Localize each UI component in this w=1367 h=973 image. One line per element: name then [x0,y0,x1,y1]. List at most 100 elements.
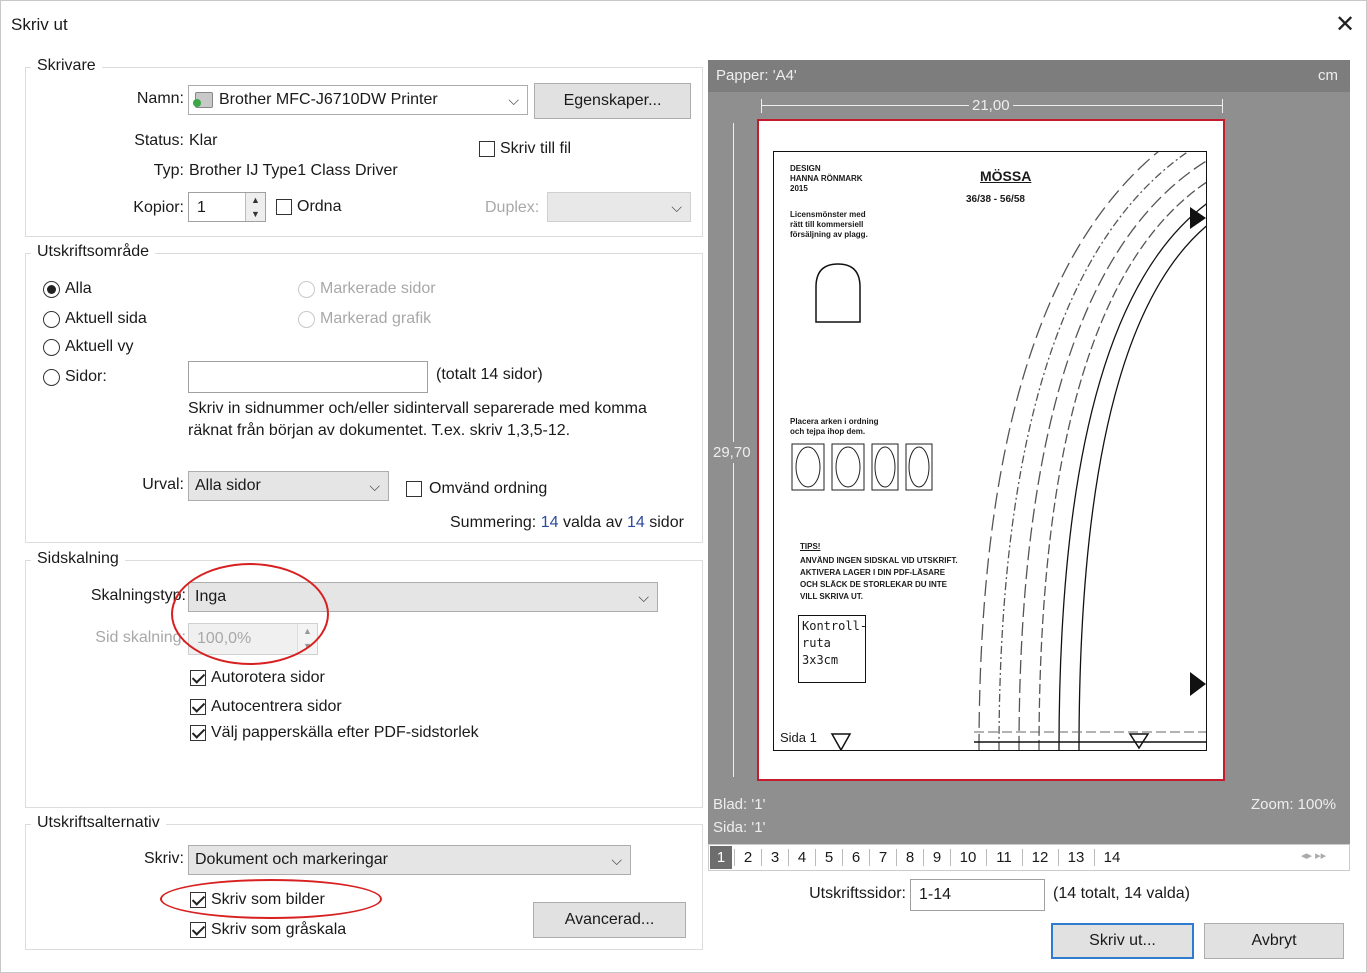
page-number-button[interactable]: 10 [953,846,983,869]
auto-center-checkbox[interactable] [190,699,206,715]
chevron-down-icon: ⌵ [508,92,519,108]
range-current-view-radio[interactable] [43,339,60,356]
status-label: Status: [134,132,184,149]
print-button[interactable]: Skriv ut... [1051,923,1194,959]
collate-label: Ordna [297,198,342,215]
print-what-select[interactable]: Dokument och markeringar ⌵ [188,845,631,875]
page-scale-value: 100,0% [197,630,252,647]
page-number-button[interactable]: 11 [989,846,1019,869]
preview-page-content: DESIGN HANNA RÖNMARK 2015 Licensmönster … [773,151,1207,751]
page-number-button[interactable]: 9 [926,846,948,869]
sheet-text: Blad: '1' [713,796,766,813]
tips-line: AKTIVERA LAGER I DIN PDF-LÄSARE [800,568,946,577]
print-to-file-checkbox[interactable] [479,141,495,157]
placement-line: Placera arken i ordning [790,417,879,426]
type-label: Typ: [153,162,184,179]
page-number-button[interactable]: 2 [737,846,759,869]
scaling-legend: Sidskalning [31,550,125,568]
paper-source-checkbox[interactable] [190,725,206,741]
range-pages-label: Sidor: [65,368,107,385]
spin-down-icon[interactable]: ▼ [298,639,317,654]
chevron-down-icon: ⌵ [671,199,682,215]
page-number-button[interactable]: 6 [845,846,867,869]
control-box-line: ruta [802,636,831,650]
print-pages-input[interactable]: 1-14 [910,879,1045,911]
page-separator [1094,849,1095,866]
copies-spinner[interactable]: ▲ ▼ [245,193,265,221]
range-current-page-label: Aktuell sida [65,310,147,327]
page-number-button[interactable]: 8 [899,846,921,869]
duplex-select[interactable]: ⌵ [547,192,691,222]
tips-line: ANVÄND INGEN SIDSKAL VID UTSKRIFT. [800,556,958,565]
page-number-button[interactable]: 5 [818,846,840,869]
page-separator [788,849,789,866]
spin-up-icon[interactable]: ▲ [298,624,317,639]
status-value: Klar [189,132,218,149]
summary-text: Summering: 14 valda av 14 sidor [450,514,684,532]
print-what-value: Dokument och markeringar [195,851,388,868]
print-pages-value: 1-14 [919,886,952,903]
spin-up-icon[interactable]: ▲ [246,193,265,207]
properties-button[interactable]: Egenskaper... [534,83,691,119]
printer-name-value: Brother MFC-J6710DW Printer [219,91,438,108]
tips-line: VILL SKRIVA UT. [800,592,863,601]
page-number-button[interactable]: 3 [764,846,786,869]
copies-value: 1 [197,199,206,216]
selected-pages-radio[interactable] [298,281,315,298]
chevron-down-icon: ⌵ [369,478,380,494]
page-number-button[interactable]: 12 [1025,846,1055,869]
range-all-radio[interactable] [43,281,60,298]
reverse-order-checkbox[interactable] [406,481,422,497]
range-pages-radio[interactable] [43,369,60,386]
cancel-button[interactable]: Avbryt [1204,923,1344,959]
reverse-order-label: Omvänd ordning [429,480,548,497]
page-separator [1058,849,1059,866]
range-current-page-radio[interactable] [43,311,60,328]
page-nav-arrows-icon[interactable]: ◂▸ ▸▸ [1301,849,1326,862]
ruler-tick [1222,99,1223,113]
scale-spinner[interactable]: ▲ ▼ [297,624,317,654]
print-as-image-checkbox[interactable] [190,892,206,908]
page-number-button[interactable]: 4 [791,846,813,869]
spin-down-icon[interactable]: ▼ [246,207,265,221]
preview-header [708,60,1350,92]
auto-rotate-label: Autorotera sidor [211,669,325,686]
page-number-button[interactable]: 7 [872,846,894,869]
printer-select[interactable]: Brother MFC-J6710DW Printer ⌵ [188,85,528,115]
scaling-type-select[interactable]: Inga ⌵ [188,582,658,612]
advanced-button[interactable]: Avancerad... [533,902,686,938]
page-separator [986,849,987,866]
collate-checkbox[interactable] [276,199,292,215]
page-scale-label: Sid skalning: [95,629,186,646]
page-separator [842,849,843,866]
subset-select[interactable]: Alla sidor ⌵ [188,471,389,501]
pages-input[interactable] [188,361,428,393]
page-text: Sida: '1' [713,819,766,836]
page-number-button[interactable]: 1 [710,846,732,869]
control-box-line: Kontroll- [802,619,868,633]
paper-height-text: 29,70 [713,442,751,463]
summary-total: 14 [627,514,645,531]
unit-text: cm [1318,67,1338,84]
page-number-button[interactable]: 14 [1097,846,1127,869]
auto-rotate-checkbox[interactable] [190,670,206,686]
page-separator [923,849,924,866]
tips-line: OCH SLÄCK DE STORLEKAR DU INTE [800,580,947,589]
selected-graphic-radio[interactable] [298,311,315,328]
range-legend: Utskriftsområde [31,243,156,261]
page-label: Sida 1 [780,730,817,745]
print-grayscale-checkbox[interactable] [190,922,206,938]
summary-suffix: sidor [649,514,684,531]
summary-selected: 14 [540,514,559,531]
page-separator [761,849,762,866]
copies-input[interactable]: 1 ▲ ▼ [188,192,266,222]
close-icon[interactable]: ✕ [1333,13,1357,37]
range-all-label: Alla [65,280,92,297]
page-separator [896,849,897,866]
page-scale-input[interactable]: 100,0% ▲ ▼ [188,623,318,655]
paper-width-text: 21,00 [969,97,1013,114]
chevron-down-icon: ⌵ [611,852,622,868]
summary-prefix: Summering: [450,514,537,531]
page-number-button[interactable]: 13 [1061,846,1091,869]
range-current-view-label: Aktuell vy [65,338,134,355]
